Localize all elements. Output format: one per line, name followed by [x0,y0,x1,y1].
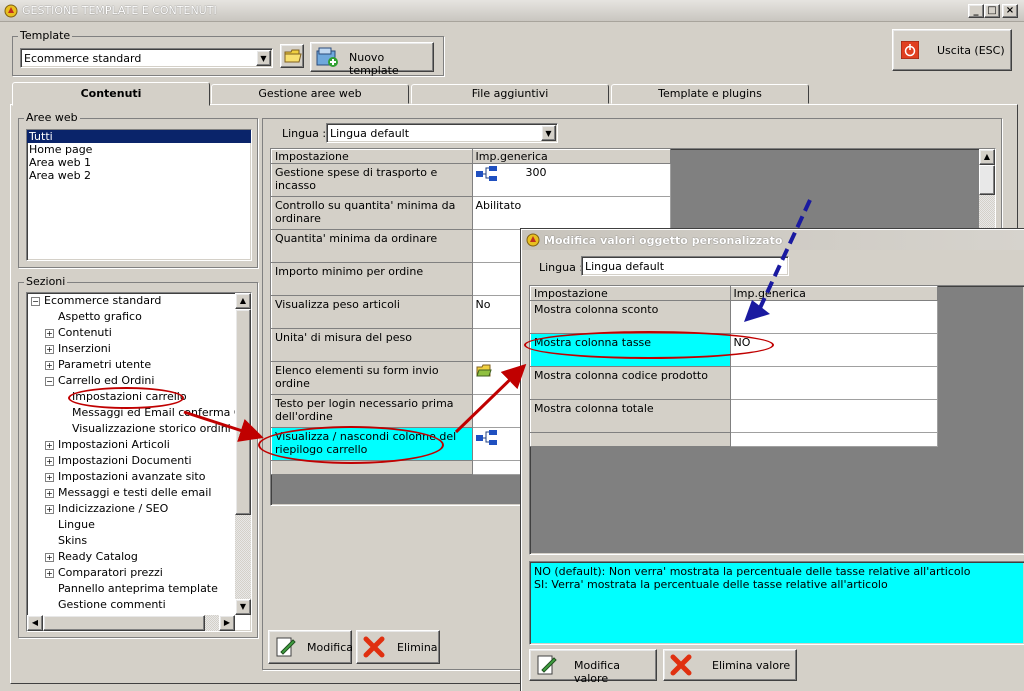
annotation-arrow [183,410,264,442]
annotation-arrow [454,363,527,434]
tab-contenuti[interactable]: Contenuti [12,82,210,106]
annotation-arrow-dashed [758,199,812,309]
tab-contenuti-label: Contenuti [80,87,142,100]
annotation-arrowhead [744,300,770,322]
